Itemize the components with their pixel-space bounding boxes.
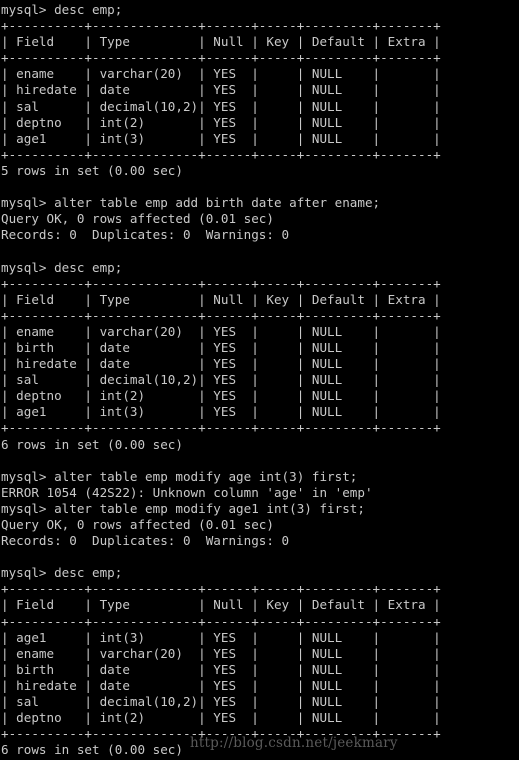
terminal-line: | sal | decimal(10,2)| YES | | NULL | | (1, 98, 441, 114)
terminal-line: | ename | varchar(20) | YES | | NULL | | (1, 645, 441, 661)
terminal-line: +----------+--------------+------+-----+… (1, 307, 441, 323)
terminal-line: | deptno | int(2) | YES | | NULL | | (1, 710, 441, 726)
terminal-line: | hiredate | date | YES | | NULL | | (1, 82, 441, 98)
terminal-line: Query OK, 0 rows affected (0.01 sec) (1, 211, 274, 227)
terminal-line: | Field | Type | Null | Key | Default | … (1, 291, 441, 307)
terminal-line: mysql> desc emp; (1, 565, 123, 581)
terminal-line: +----------+--------------+------+-----+… (1, 18, 441, 34)
terminal-output[interactable]: mysql> desc emp; +----------+------------… (0, 0, 519, 760)
terminal-line: +----------+--------------+------+-----+… (1, 420, 441, 436)
terminal-line: | Field | Type | Null | Key | Default | … (1, 34, 441, 50)
terminal-line: +----------+--------------+------+-----+… (1, 726, 441, 742)
terminal-line: | age1 | int(3) | YES | | NULL | | (1, 130, 441, 146)
terminal-line: mysql> alter table emp add birth date af… (1, 195, 381, 211)
terminal-line: | hiredate | date | YES | | NULL | | (1, 356, 441, 372)
terminal-line: mysql> alter table emp modify age int(3)… (1, 468, 358, 484)
terminal-line: | deptno | int(2) | YES | | NULL | | (1, 388, 441, 404)
terminal-line: mysql> desc emp; (1, 259, 123, 275)
terminal-line: +----------+--------------+------+-----+… (1, 275, 441, 291)
terminal-line: | hiredate | date | YES | | NULL | | (1, 677, 441, 693)
terminal-line: Records: 0 Duplicates: 0 Warnings: 0 (1, 227, 290, 243)
terminal-line: +----------+--------------+------+-----+… (1, 146, 441, 162)
terminal-line: mysql> desc emp; (1, 2, 123, 17)
terminal-line: | age1 | int(3) | YES | | NULL | | (1, 629, 441, 645)
terminal-line: +----------+--------------+------+-----+… (1, 581, 441, 597)
terminal-line: | ename | varchar(20) | YES | | NULL | | (1, 66, 441, 82)
terminal-line: Records: 0 Duplicates: 0 Warnings: 0 (1, 533, 290, 549)
terminal-line: Query OK, 0 rows affected (0.01 sec) (1, 517, 274, 532)
terminal-line: +----------+--------------+------+-----+… (1, 50, 441, 66)
terminal-line: | sal | decimal(10,2)| YES | | NULL | | (1, 694, 441, 710)
terminal-line: 6 rows in set (0.00 sec) (1, 742, 183, 758)
terminal-line: | sal | decimal(10,2)| YES | | NULL | | (1, 372, 441, 388)
terminal-line: | age1 | int(3) | YES | | NULL | | (1, 404, 441, 420)
terminal-line: +----------+--------------+------+-----+… (1, 613, 441, 629)
terminal-line: | birth | date | YES | | NULL | | (1, 661, 441, 677)
terminal-line: 6 rows in set (0.00 sec) (1, 436, 183, 452)
terminal-line: | ename | varchar(20) | YES | | NULL | | (1, 323, 441, 339)
terminal-line: | birth | date | YES | | NULL | | (1, 339, 441, 355)
terminal-line: mysql> alter table emp modify age1 int(3… (1, 500, 365, 516)
terminal-line: | deptno | int(2) | YES | | NULL | | (1, 114, 441, 130)
terminal-line: | Field | Type | Null | Key | Default | … (1, 597, 441, 613)
terminal-line: 5 rows in set (0.00 sec) (1, 162, 183, 178)
terminal-line: ERROR 1054 (42S22): Unknown column 'age'… (1, 484, 373, 500)
